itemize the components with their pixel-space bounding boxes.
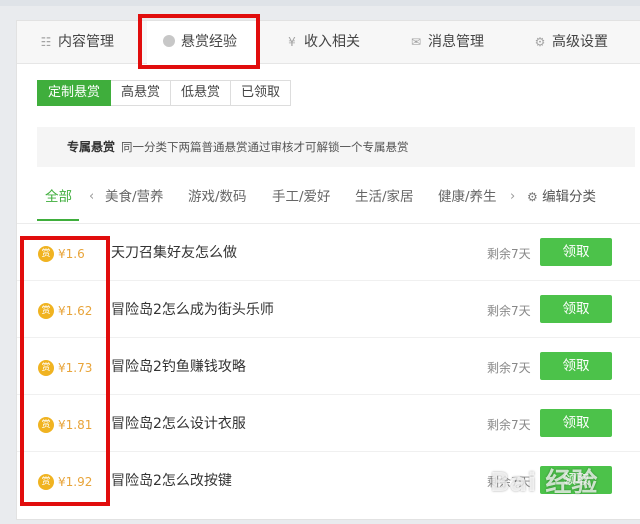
info-description: 同一分类下两篇普通悬赏通过审核才可解锁一个专属悬赏 — [121, 140, 409, 154]
exclusive-reward-info: 专属悬赏 同一分类下两篇普通悬赏通过审核才可解锁一个专属悬赏 — [37, 127, 635, 167]
question-title[interactable]: 天刀召集好友怎么做 — [111, 242, 237, 264]
watermark: Bai 经验 — [490, 468, 598, 498]
remaining-time: 剩余7天 — [487, 418, 531, 432]
remaining-time: 剩余7天 — [487, 361, 531, 375]
top-tabs: ☷ 内容管理 悬赏经验 ¥ 收入相关 ✉ 消息管理 ⚙ 高级设置 — [17, 21, 640, 64]
remaining-time: 剩余7天 — [487, 304, 531, 318]
claim-button[interactable]: 领取 — [540, 409, 612, 437]
filter-button-group: 定制悬赏 高悬赏 低悬赏 已领取 — [37, 80, 292, 106]
list-item: 赏 ¥1.73 冒险岛2钓鱼赚钱攻略 剩余7天 领取 — [17, 338, 640, 395]
category-games[interactable]: 游戏/数码 — [188, 181, 247, 213]
yen-icon: ¥ — [288, 35, 296, 49]
annotation-box-tab — [138, 14, 260, 69]
chevron-right-icon[interactable]: › — [510, 181, 515, 213]
gear-icon: ⚙ — [527, 190, 538, 204]
active-category-underline — [37, 219, 79, 221]
tab-messages[interactable]: ✉ 消息管理 — [409, 21, 484, 63]
question-title[interactable]: 冒险岛2钓鱼赚钱攻略 — [111, 356, 246, 378]
tab-label: 高级设置 — [552, 34, 608, 50]
chevron-left-icon[interactable]: ‹ — [89, 181, 94, 213]
claim-button[interactable]: 领取 — [540, 295, 612, 323]
edit-categories-label: 编辑分类 — [542, 189, 597, 205]
remaining-time: 剩余7天 — [487, 247, 531, 261]
category-home[interactable]: 生活/家居 — [355, 181, 414, 213]
list-item: 赏 ¥1.6 天刀召集好友怎么做 剩余7天 领取 — [17, 224, 640, 281]
tab-label: 消息管理 — [428, 34, 484, 50]
tab-content-management[interactable]: ☷ 内容管理 — [39, 21, 114, 63]
filter-custom-reward[interactable]: 定制悬赏 — [37, 80, 112, 106]
category-food[interactable]: 美食/营养 — [105, 181, 164, 213]
mail-icon: ✉ — [410, 35, 422, 49]
question-title[interactable]: 冒险岛2怎么成为街头乐师 — [111, 299, 274, 321]
tab-label: 内容管理 — [58, 34, 114, 50]
filter-claimed[interactable]: 已领取 — [231, 80, 292, 106]
category-bar: 全部 ‹ 美食/营养 游戏/数码 手工/爱好 生活/家居 健康/养生 › ⚙ 编… — [17, 181, 640, 221]
tab-income[interactable]: ¥ 收入相关 — [285, 21, 360, 63]
annotation-box-amounts — [20, 236, 110, 506]
tab-advanced-settings[interactable]: ⚙ 高级设置 — [533, 21, 608, 63]
category-all[interactable]: 全部 — [45, 181, 72, 213]
edit-categories-button[interactable]: ⚙ 编辑分类 — [527, 181, 596, 213]
list-item: 赏 ¥1.62 冒险岛2怎么成为街头乐师 剩余7天 领取 — [17, 281, 640, 338]
filter-high-reward[interactable]: 高悬赏 — [111, 80, 172, 106]
question-title[interactable]: 冒险岛2怎么改按键 — [111, 470, 232, 492]
category-health[interactable]: 健康/养生 — [438, 181, 497, 213]
gear-icon: ⚙ — [534, 35, 546, 49]
info-title: 专属悬赏 — [67, 140, 116, 154]
filter-low-reward[interactable]: 低悬赏 — [171, 80, 232, 106]
claim-button[interactable]: 领取 — [540, 238, 612, 266]
window-top-strip — [0, 0, 640, 6]
tab-label: 收入相关 — [304, 34, 360, 50]
list-icon: ☷ — [40, 35, 52, 49]
claim-button[interactable]: 领取 — [540, 352, 612, 380]
category-crafts[interactable]: 手工/爱好 — [272, 181, 331, 213]
question-title[interactable]: 冒险岛2怎么设计衣服 — [111, 413, 246, 435]
list-item: 赏 ¥1.81 冒险岛2怎么设计衣服 剩余7天 领取 — [17, 395, 640, 452]
